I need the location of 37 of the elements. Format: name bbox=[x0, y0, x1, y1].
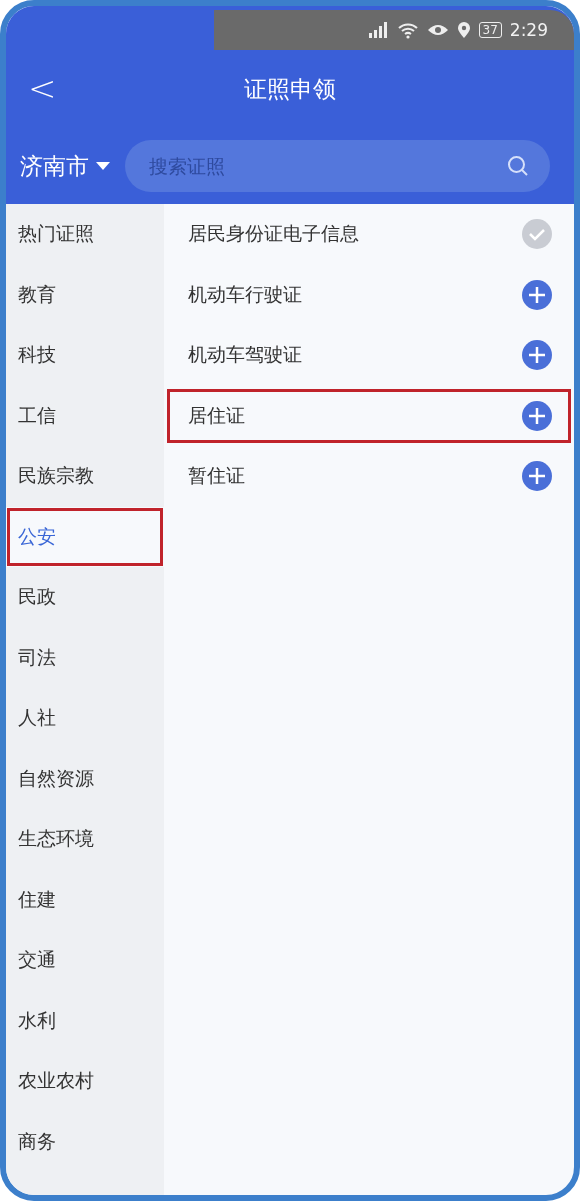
add-icon[interactable] bbox=[522, 461, 552, 492]
add-icon[interactable] bbox=[522, 279, 552, 310]
license-name: 机动车驾驶证 bbox=[188, 342, 302, 368]
category-item[interactable]: 自然资源 bbox=[6, 748, 164, 809]
license-name: 居住证 bbox=[188, 402, 245, 428]
city-selector[interactable]: 济南市 bbox=[20, 150, 111, 182]
category-item[interactable]: 交通 bbox=[6, 930, 164, 991]
category-item[interactable]: 农业农村 bbox=[6, 1051, 164, 1112]
status-time: 2:29 bbox=[509, 20, 548, 40]
eye-icon bbox=[426, 22, 449, 38]
category-item[interactable]: 工信 bbox=[6, 385, 164, 446]
add-icon[interactable] bbox=[522, 400, 552, 431]
category-item[interactable]: 热门证照 bbox=[6, 204, 164, 265]
battery-level: 37 bbox=[478, 22, 502, 38]
category-item[interactable]: 教育 bbox=[6, 264, 164, 325]
search-icon[interactable] bbox=[506, 154, 530, 178]
page-title: 证照申领 bbox=[244, 74, 336, 104]
license-name: 暂住证 bbox=[188, 463, 245, 489]
category-item[interactable]: 人社 bbox=[6, 688, 164, 749]
category-item[interactable]: 住建 bbox=[6, 869, 164, 930]
category-item[interactable]: 公安 bbox=[6, 506, 164, 567]
wifi-icon bbox=[396, 21, 419, 39]
license-name: 机动车行驶证 bbox=[188, 281, 302, 307]
category-item[interactable]: 民政 bbox=[6, 567, 164, 628]
category-item[interactable]: 水利 bbox=[6, 990, 164, 1051]
license-name: 居民身份证电子信息 bbox=[188, 221, 359, 247]
add-icon[interactable] bbox=[522, 340, 552, 371]
category-item[interactable]: 民族宗教 bbox=[6, 446, 164, 507]
caret-icon bbox=[95, 161, 111, 171]
category-item[interactable]: 生态环境 bbox=[6, 809, 164, 870]
signal-icon bbox=[366, 21, 389, 39]
category-item[interactable]: 商务 bbox=[6, 1111, 164, 1172]
back-button[interactable]: < bbox=[22, 68, 63, 108]
location-icon bbox=[456, 21, 471, 39]
category-item[interactable]: 司法 bbox=[6, 627, 164, 688]
search-field[interactable]: 搜索证照 bbox=[125, 140, 550, 192]
category-item[interactable]: 科技 bbox=[6, 325, 164, 386]
